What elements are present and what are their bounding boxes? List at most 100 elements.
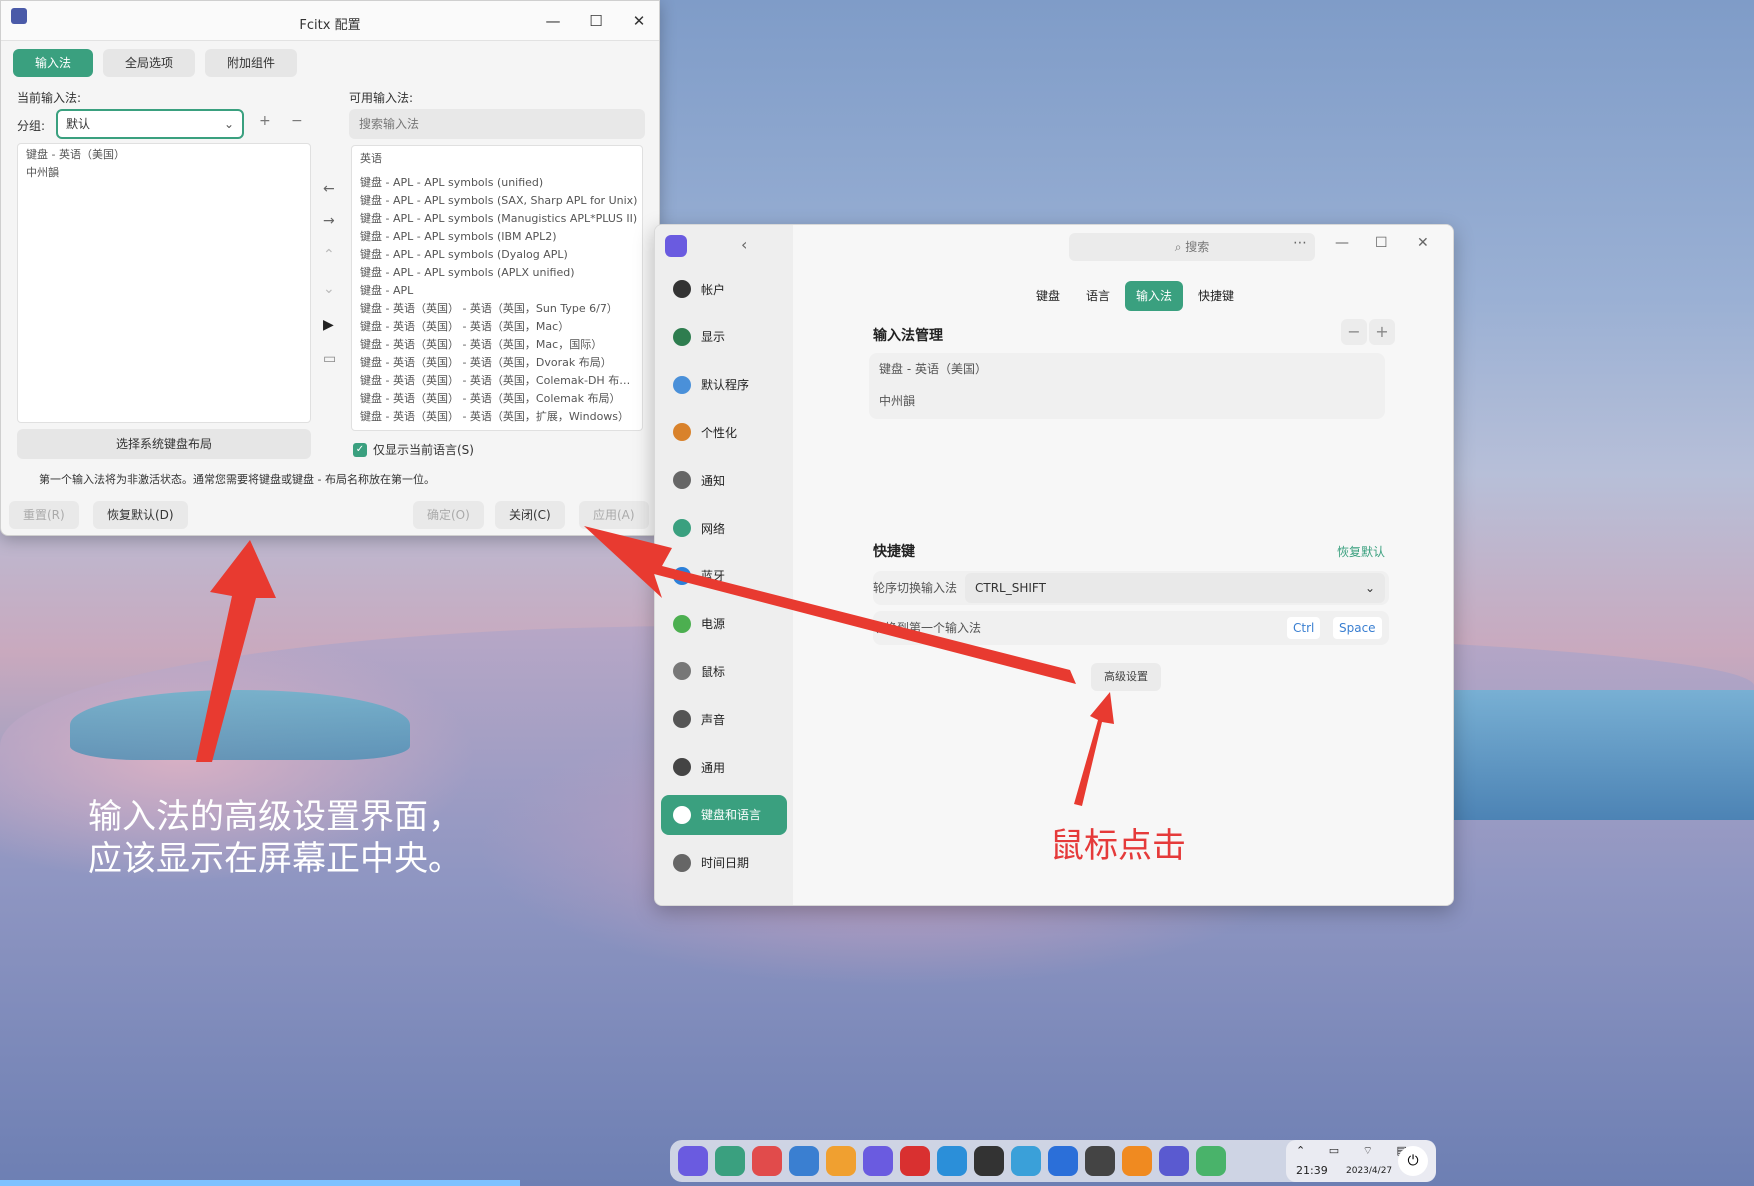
dock-app-icon[interactable]	[678, 1146, 708, 1176]
sidebar-item[interactable]: 鼠标	[661, 651, 787, 691]
cc-search-input[interactable]: ⌕ 搜索	[1069, 233, 1315, 261]
list-item[interactable]: 键盘 - APL - APL symbols (APLX unified)	[352, 264, 642, 282]
ok-button[interactable]: 确定(O)	[413, 501, 484, 529]
dock-app-icon[interactable]	[900, 1146, 930, 1176]
sidebar-item[interactable]: 声音	[661, 699, 787, 739]
dock-app-icon[interactable]	[1085, 1146, 1115, 1176]
list-item[interactable]: 键盘 - APL - APL symbols (Dyalog APL)	[352, 246, 642, 264]
sidebar-item[interactable]: 网络	[661, 508, 787, 548]
arrow-right-icon[interactable]: →	[323, 213, 335, 229]
dock-app-icon[interactable]	[752, 1146, 782, 1176]
menu-icon[interactable]: ⋯	[1293, 235, 1307, 251]
key-ctrl[interactable]: Ctrl	[1287, 617, 1321, 639]
tab-shortcuts[interactable]: 快捷键	[1187, 281, 1245, 311]
clock-date[interactable]: 2023/4/27	[1346, 1166, 1392, 1176]
sidebar-item-icon	[673, 471, 691, 490]
sidebar-item-label: 键盘和语言	[701, 808, 762, 823]
remove-group-button[interactable]: −	[291, 113, 303, 129]
sidebar-item[interactable]: 默认程序	[661, 365, 787, 405]
dock-app-icon[interactable]	[715, 1146, 745, 1176]
search-im-input[interactable]: 搜索输入法	[349, 109, 645, 139]
restore-default-link[interactable]: 恢复默认	[1337, 543, 1385, 560]
list-item[interactable]: 键盘 - 英语（美国）	[869, 353, 1385, 385]
sidebar-item-icon	[673, 566, 691, 585]
arrow-down-icon[interactable]: ⌄	[323, 281, 335, 297]
list-item[interactable]: 中州韻	[869, 385, 1385, 417]
arrow-up-icon[interactable]: ⌃	[323, 247, 335, 263]
select-keyboard-layout-button[interactable]: 选择系统键盘布局	[17, 429, 311, 459]
cycle-im-select[interactable]: CTRL_SHIFT ⌄	[965, 573, 1385, 603]
list-item[interactable]: 键盘 - 英语（英国） - 英语（英国，Mac，国际）	[352, 336, 642, 354]
add-im-button[interactable]: +	[1369, 319, 1395, 345]
sidebar-item[interactable]: 键盘和语言	[661, 794, 787, 835]
checkbox-checked-icon: ✓	[353, 442, 367, 457]
sidebar-item[interactable]: 个性化	[661, 412, 787, 452]
tab-keyboard[interactable]: 键盘	[1025, 281, 1071, 311]
dock-app-icon[interactable]	[1159, 1146, 1189, 1176]
dock-app-icon[interactable]	[789, 1146, 819, 1176]
list-item[interactable]: 键盘 - APL	[352, 282, 642, 300]
remove-im-button[interactable]: −	[1341, 319, 1367, 345]
key-space[interactable]: Space	[1333, 617, 1382, 639]
sidebar-item-label: 通用	[701, 760, 726, 775]
sidebar-item[interactable]: 通知	[661, 460, 787, 500]
list-item[interactable]: 键盘 - APL - APL symbols (Manugistics APL*…	[352, 210, 642, 228]
maximize-button[interactable]: ☐	[1375, 235, 1388, 251]
restore-defaults-button[interactable]: 恢复默认(D)	[93, 501, 188, 529]
close-window-button[interactable]: ✕	[629, 11, 649, 31]
minimize-button[interactable]: —	[543, 11, 563, 31]
annotation-left-line2: 应该显示在屏幕正中央。	[88, 839, 462, 879]
sidebar-item-icon	[673, 375, 691, 394]
im-list: 键盘 - 英语（美国） 中州韻	[869, 353, 1385, 419]
reset-button[interactable]: 重置(R)	[9, 501, 79, 529]
list-item[interactable]: 键盘 - APL - APL symbols (IBM APL2)	[352, 228, 642, 246]
cycle-im-label: 轮序切换输入法	[873, 581, 958, 595]
sidebar-item[interactable]: 帐户	[661, 269, 787, 309]
list-item[interactable]: 键盘 - 英语（英国） - 英语（英国，Dvorak 布局）	[352, 354, 642, 372]
close-button[interactable]: 关闭(C)	[495, 501, 565, 529]
only-current-language-checkbox[interactable]: ✓ 仅显示当前语言(S)	[353, 441, 474, 458]
dock-app-icon[interactable]	[1122, 1146, 1152, 1176]
tab-input-method[interactable]: 输入法	[1125, 281, 1184, 311]
shortcut-title: 快捷键	[873, 544, 915, 560]
tab-global-options[interactable]: 全局选项	[103, 49, 196, 77]
sidebar-item[interactable]: 通用	[661, 747, 787, 787]
sidebar-item-icon	[673, 710, 691, 729]
dock-app-icon[interactable]	[1048, 1146, 1078, 1176]
sidebar-item[interactable]: 时间日期	[661, 843, 787, 883]
keyboard-icon[interactable]: ▭	[323, 351, 336, 367]
close-window-button[interactable]: ✕	[1417, 235, 1429, 251]
list-item[interactable]: 键盘 - 英语（英国） - 英语（英国，Colemak 布局）	[352, 390, 642, 408]
list-item[interactable]: 键盘 - 英语（美国）	[18, 146, 310, 164]
list-item[interactable]: 中州韻	[18, 164, 310, 182]
list-item[interactable]: 键盘 - APL - APL symbols (SAX, Sharp APL f…	[352, 192, 642, 210]
sidebar-item[interactable]: 电源	[661, 604, 787, 644]
list-item[interactable]: 键盘 - 英语（英国） - 英语（英国，Sun Type 6/7）	[352, 300, 642, 318]
back-arrow-icon[interactable]: ‹	[741, 235, 747, 254]
tab-addons[interactable]: 附加组件	[205, 49, 298, 77]
list-item[interactable]: 键盘 - APL - APL symbols (unified)	[352, 174, 642, 192]
clock-time[interactable]: 21:39	[1296, 1164, 1328, 1177]
advanced-settings-button[interactable]: 高级设置	[1091, 663, 1161, 691]
tab-language[interactable]: 语言	[1075, 281, 1121, 311]
minimize-button[interactable]: —	[1335, 235, 1349, 251]
wallpaper-lake-left	[70, 690, 410, 760]
dock-app-icon[interactable]	[1011, 1146, 1041, 1176]
list-item[interactable]: 键盘 - 英语（英国） - 英语（英国，Mac）	[352, 318, 642, 336]
list-item[interactable]: 键盘 - 英语（英国） - 英语（英国，Colemak-DH 布…	[352, 372, 642, 390]
power-icon[interactable]: ⏻	[1398, 1146, 1428, 1176]
list-item[interactable]: 键盘 - 英语（英国） - 英语（英国，扩展，Windows）	[352, 408, 642, 426]
sidebar-item[interactable]: 蓝牙	[661, 556, 787, 596]
dock-app-icon[interactable]	[974, 1146, 1004, 1176]
sidebar-item[interactable]: 显示	[661, 317, 787, 357]
group-select[interactable]: 默认 ⌄	[56, 109, 244, 139]
dock-app-icon[interactable]	[937, 1146, 967, 1176]
dock-app-icon[interactable]	[1196, 1146, 1226, 1176]
maximize-button[interactable]: ☐	[586, 11, 606, 31]
dock-app-icon[interactable]	[826, 1146, 856, 1176]
add-group-button[interactable]: +	[259, 113, 271, 129]
arrow-left-icon[interactable]: ←	[323, 181, 335, 197]
tab-input-method[interactable]: 输入法	[13, 49, 94, 77]
apply-button[interactable]: 应用(A)	[579, 501, 649, 529]
dock-app-icon[interactable]	[863, 1146, 893, 1176]
